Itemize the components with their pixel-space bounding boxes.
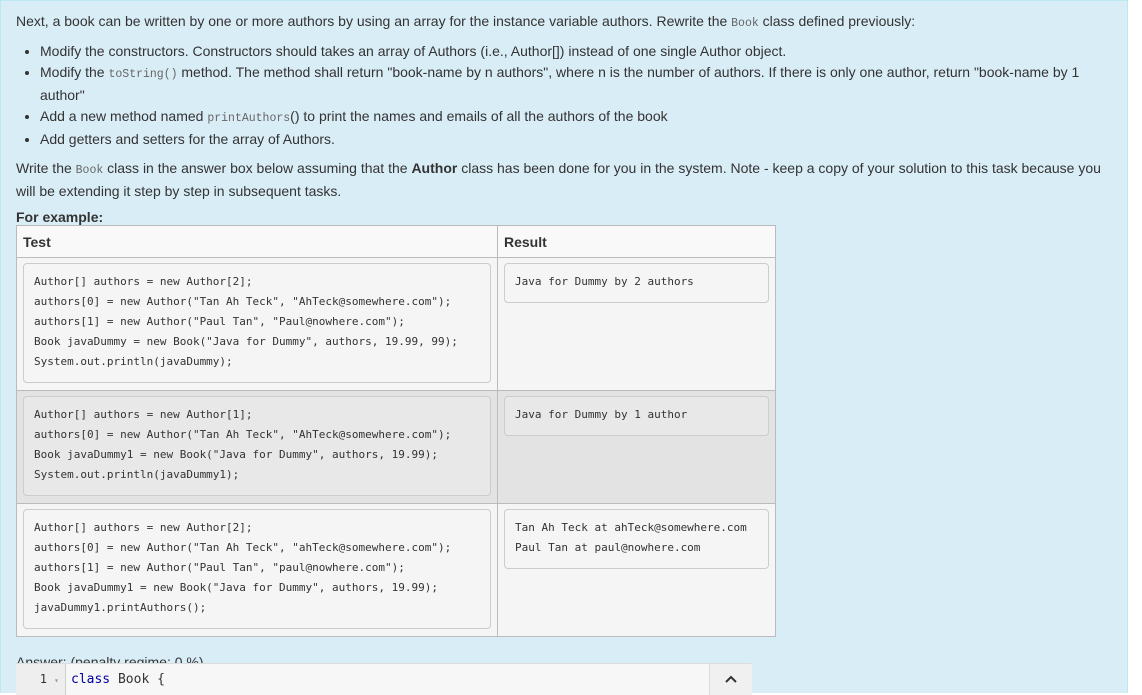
intro-class-name: Book	[731, 17, 759, 30]
code-keyword: class	[71, 672, 111, 687]
requirement-text: Modify the constructors. Constructors sh…	[40, 43, 787, 59]
table-row: Author[] authors = new Author[2]; author…	[16, 503, 776, 637]
result-cell: Tan Ah Teck at ahTeck@somewhere.com Paul…	[497, 503, 776, 637]
line-number: 1 ▾	[40, 672, 59, 686]
editor-scroll-button[interactable]	[709, 664, 752, 695]
requirement-text: Add getters and setters for the array of…	[40, 131, 335, 147]
table-row: Author[] authors = new Author[2]; author…	[16, 257, 776, 391]
intro-part1: Next, a book can be written by one or mo…	[16, 13, 732, 29]
table-row: Author[] authors = new Author[1]; author…	[16, 390, 776, 504]
requirement-text: () to print the names and emails of all …	[290, 107, 668, 124]
intro-text: Next, a book can be written by one or mo…	[16, 11, 1106, 34]
examples-table: Test Result Author[] authors = new Autho…	[16, 225, 776, 637]
requirements-list: Modify the constructors. Constructors sh…	[16, 41, 1106, 150]
note-text: Write the Book class in the answer box b…	[16, 158, 1106, 202]
test-code: Author[] authors = new Author[2]; author…	[23, 263, 491, 383]
code-rest: Book {	[110, 672, 165, 687]
note-class-name: Book	[75, 163, 104, 177]
result-cell: Java for Dummy by 2 authors	[497, 257, 776, 391]
requirement-text: Add a new method named	[40, 107, 208, 124]
fold-arrow-icon[interactable]: ▾	[54, 676, 59, 685]
test-code: Author[] authors = new Author[2]; author…	[23, 509, 491, 629]
line-number-text: 1	[39, 672, 47, 686]
note-pre: Write the	[16, 159, 76, 176]
test-code: Author[] authors = new Author[1]; author…	[23, 396, 491, 496]
test-cell: Author[] authors = new Author[1]; author…	[16, 390, 498, 504]
result-code: Java for Dummy by 1 author	[504, 396, 769, 436]
column-header-test: Test	[16, 225, 498, 258]
chevron-up-icon	[725, 675, 737, 683]
test-cell: Author[] authors = new Author[2]; author…	[16, 503, 498, 637]
requirement-item: Add getters and setters for the array of…	[40, 129, 1106, 150]
question-content: Next, a book can be written by one or mo…	[16, 11, 1106, 670]
inline-code: printAuthors	[207, 111, 291, 125]
note-mid: class in the answer box below assuming t…	[103, 159, 412, 176]
column-header-result: Result	[497, 225, 776, 258]
test-cell: Author[] authors = new Author[2]; author…	[16, 257, 498, 391]
table-header-row: Test Result	[16, 225, 776, 258]
inline-code: toString()	[108, 67, 178, 81]
requirement-text: method. The method shall return "book-na…	[40, 63, 1080, 104]
note-author-bold: Author	[411, 159, 458, 176]
code-line[interactable]: class Book {	[71, 672, 165, 687]
result-cell: Java for Dummy by 1 author	[497, 390, 776, 504]
answer-editor[interactable]: 1 ▾ class Book {	[16, 663, 752, 695]
question-panel: Next, a book can be written by one or mo…	[0, 0, 1128, 695]
editor-gutter: 1 ▾	[16, 664, 66, 695]
requirement-item: Modify the constructors. Constructors sh…	[40, 41, 1106, 62]
result-code: Tan Ah Teck at ahTeck@somewhere.com Paul…	[504, 509, 769, 569]
requirement-text: Modify the	[40, 63, 109, 80]
requirement-item: Modify the toString() method. The method…	[40, 62, 1106, 106]
intro-part2: class defined previously:	[758, 13, 916, 29]
requirement-item: Add a new method named printAuthors() to…	[40, 106, 1106, 130]
result-code: Java for Dummy by 2 authors	[504, 263, 769, 303]
